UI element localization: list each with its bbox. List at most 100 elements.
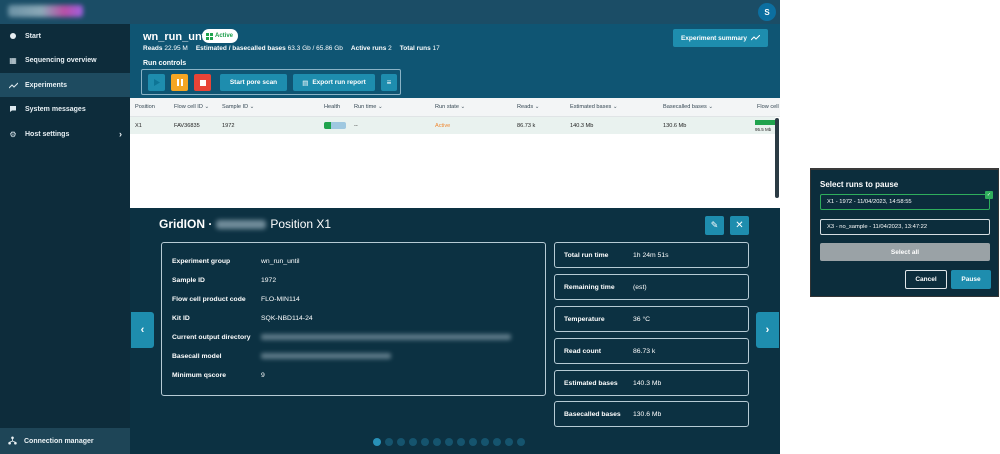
- app-logo: [8, 5, 83, 17]
- device-serial-redacted: [216, 220, 267, 229]
- column-header-estimated-bases[interactable]: Estimated bases ⌄: [570, 104, 618, 110]
- run-option-label: X3 - no_sample - 11/04/2023, 13:47:22: [827, 224, 928, 230]
- column-header-health[interactable]: Health: [324, 104, 340, 110]
- metric-remaining-time: Remaining time (est): [554, 274, 749, 300]
- export-run-report-label: Export run report: [312, 79, 366, 86]
- flow-cell-bar: [755, 120, 775, 125]
- pagination-dot[interactable]: [445, 438, 453, 446]
- experiment-header: wn_run_until Active Reads 22.95 M Estima…: [130, 24, 780, 98]
- column-header-reads[interactable]: Reads ⌄: [517, 104, 539, 110]
- run-controls-label: Run controls: [143, 60, 187, 67]
- cell-flow-cell: 95.5 Mb: [755, 127, 772, 132]
- pagination-dot[interactable]: [409, 438, 417, 446]
- redacted-value: [261, 334, 511, 340]
- sidebar-item-system-messages[interactable]: System messages: [0, 97, 130, 121]
- run-option-x3[interactable]: X3 - no_sample - 11/04/2023, 13:47:22: [820, 219, 990, 235]
- sidebar-item-label: Host settings: [25, 130, 70, 138]
- sidebar-item-start[interactable]: Start: [0, 24, 130, 48]
- play-icon: [153, 79, 160, 86]
- start-pore-scan-button[interactable]: Start pore scan: [220, 74, 287, 91]
- sidebar-item-sequencing-overview[interactable]: ▦ Sequencing overview: [0, 48, 130, 72]
- pagination-dot[interactable]: [469, 438, 477, 446]
- metric-total-run-time: Total run time 1h 24m 51s: [554, 242, 749, 268]
- run-info-box: Experiment group wn_run_until Sample ID 19…: [161, 242, 546, 396]
- chevron-left-icon: ‹: [140, 324, 145, 336]
- user-avatar[interactable]: S: [758, 3, 776, 21]
- trend-icon: [751, 35, 761, 41]
- play-button[interactable]: [148, 74, 165, 91]
- sidebar-item-label: Start: [25, 32, 41, 40]
- pagination-dot[interactable]: [385, 438, 393, 446]
- sidebar-item-host-settings[interactable]: ⚙ Host settings ›: [0, 122, 130, 146]
- column-header-position[interactable]: Position: [135, 104, 155, 110]
- table-row[interactable]: X1 FAV36835 1972 -- Active 86.73 k 140.3…: [130, 117, 775, 134]
- select-all-button[interactable]: Select all: [820, 243, 990, 261]
- cell-sample-id: 1972: [222, 123, 235, 129]
- sidebar-item-label: Experiments: [25, 81, 68, 89]
- cell-estimated-bases: 140.3 Mb: [570, 123, 594, 129]
- run-controls: Start pore scan ▤ Export run report ≡: [141, 69, 401, 95]
- filter-button[interactable]: ≡: [381, 74, 397, 91]
- top-bar: S: [0, 0, 780, 24]
- column-header-flow-cell[interactable]: Flow cell: [757, 104, 779, 110]
- experiment-summary-label: Experiment summary: [680, 34, 748, 42]
- table-scrollbar[interactable]: [775, 118, 779, 198]
- connection-manager-button[interactable]: Connection manager: [0, 428, 130, 454]
- run-option-x1[interactable]: X1 - 1972 - 11/04/2023, 14:58:55 ✓: [820, 191, 993, 210]
- stop-button[interactable]: [194, 74, 211, 91]
- pagination-dot[interactable]: [433, 438, 441, 446]
- stat-bases: Estimated / basecalled bases 63.3 Gb / 6…: [195, 45, 343, 52]
- pagination-dot[interactable]: [517, 438, 525, 446]
- redacted-value: [261, 353, 391, 359]
- position-detail-panel: GridION · Position X1 ✎ ✕ Experiment grou…: [130, 208, 780, 454]
- stat-active-runs: Active runs 2: [350, 45, 392, 52]
- metric-estimated-bases: Estimated bases 140.3 Mb: [554, 370, 749, 396]
- connection-manager-label: Connection manager: [24, 437, 94, 445]
- run-option-label: X1 - 1972 - 11/04/2023, 14:58:55: [827, 199, 912, 205]
- column-header-flow-cell-id[interactable]: Flow cell ID ⌄: [174, 104, 209, 110]
- table-header: Position Flow cell ID ⌄ Sample ID ⌄ Heal…: [130, 98, 780, 117]
- cell-reads: 86.73 k: [517, 123, 536, 129]
- metric-temperature: Temperature 36 °C: [554, 306, 749, 332]
- cell-run-time: --: [354, 123, 358, 129]
- pause-runs-dialog: Select runs to pause X1 - 1972 - 11/04/2…: [810, 168, 999, 297]
- pause-button[interactable]: [171, 74, 188, 91]
- pagination-dot[interactable]: [481, 438, 489, 446]
- report-icon: ▤: [302, 79, 309, 87]
- cell-run-state: Active: [435, 123, 451, 129]
- next-position-button[interactable]: ›: [756, 312, 779, 348]
- pause-icon: [176, 79, 183, 86]
- column-header-sample-id[interactable]: Sample ID ⌄: [222, 104, 254, 110]
- confirm-pause-button[interactable]: Pause: [951, 270, 991, 289]
- previous-position-button[interactable]: ‹: [131, 312, 154, 348]
- runs-table: Position Flow cell ID ⌄ Sample ID ⌄ Heal…: [130, 98, 780, 208]
- pagination-dot[interactable]: [457, 438, 465, 446]
- pagination-dot[interactable]: [493, 438, 501, 446]
- stat-total-runs: Total runs 17: [399, 45, 440, 52]
- run-stats: Reads 22.95 M Estimated / basecalled bas…: [143, 45, 440, 52]
- network-icon: [8, 436, 17, 447]
- close-icon: ✕: [735, 220, 744, 231]
- column-header-basecalled-bases[interactable]: Basecalled bases ⌄: [663, 104, 713, 110]
- column-header-run-state[interactable]: Run state ⌄: [435, 104, 465, 110]
- status-grid-icon: [206, 32, 213, 40]
- pagination-dot[interactable]: [397, 438, 405, 446]
- cell-position: X1: [135, 123, 142, 129]
- metric-basecalled-bases: Basecalled bases 130.6 Mb: [554, 401, 749, 427]
- edit-button[interactable]: ✎: [705, 216, 724, 235]
- grid-icon: ▦: [9, 55, 17, 65]
- device-name: GridION ·: [159, 217, 213, 231]
- pagination-dot[interactable]: [421, 438, 429, 446]
- export-run-report-button[interactable]: ▤ Export run report: [293, 74, 375, 91]
- sidebar: Start ▦ Sequencing overview Experiments …: [0, 24, 130, 454]
- close-button[interactable]: ✕: [730, 216, 749, 235]
- status-badge: Active: [202, 29, 239, 43]
- sidebar-item-label: System messages: [25, 105, 86, 113]
- metric-read-count: Read count 86.73 k: [554, 338, 749, 364]
- sidebar-item-experiments[interactable]: Experiments: [0, 73, 130, 97]
- cancel-button[interactable]: Cancel: [905, 270, 947, 289]
- pagination-dot[interactable]: [505, 438, 513, 446]
- pagination-dot[interactable]: [373, 438, 381, 446]
- column-header-run-time[interactable]: Run time ⌄: [354, 104, 383, 110]
- experiment-summary-button[interactable]: Experiment summary: [673, 29, 768, 47]
